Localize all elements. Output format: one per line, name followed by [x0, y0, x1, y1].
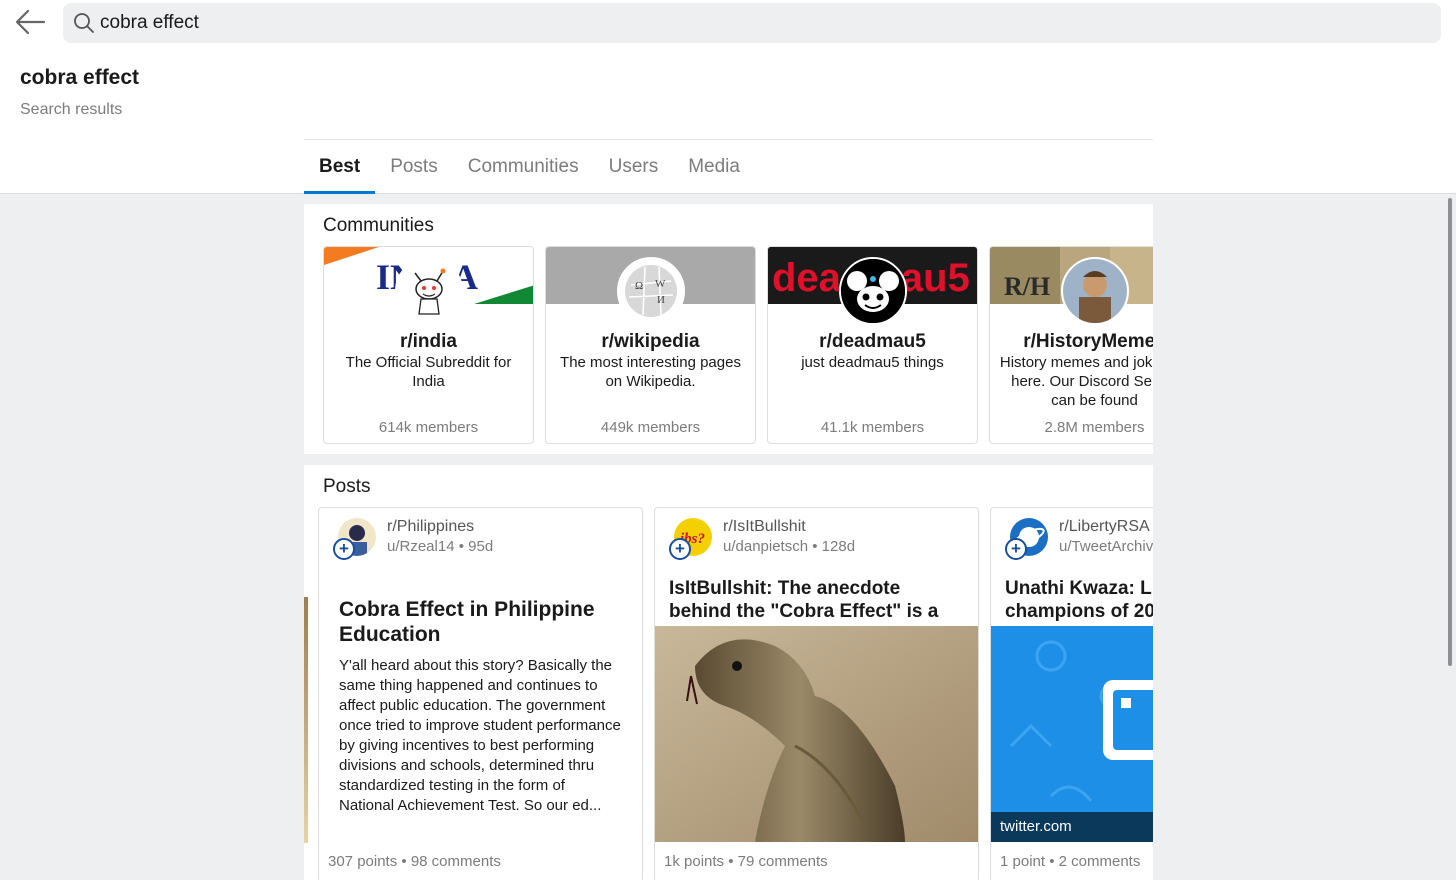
post-subreddit[interactable]: r/Philippines [387, 518, 474, 536]
svg-text:И: И [657, 294, 665, 306]
posts-section: Posts + r/Philippines u/Rzeal14 • 95d Co… [304, 465, 1153, 880]
page-title: cobra effect [20, 66, 140, 89]
post-author[interactable]: u/TweetArchiver [1059, 538, 1153, 555]
post-age: 128d [821, 538, 856, 555]
search-icon [74, 13, 94, 33]
post-stats: 307 points • 98 comments [328, 853, 501, 870]
communities-heading: Communities [323, 215, 434, 236]
tab-bar: Best Posts Communities Users Media [304, 141, 755, 194]
post-card[interactable]: + r/LibertyRSA u/TweetArchiver Unathi Kw… [990, 507, 1153, 880]
tab-users[interactable]: Users [594, 141, 674, 193]
scrollbar[interactable] [1448, 198, 1452, 666]
post-subreddit[interactable]: r/LibertyRSA [1059, 518, 1150, 536]
community-avatar [1060, 257, 1129, 325]
back-arrow-icon[interactable] [12, 6, 48, 38]
post-author[interactable]: u/Rzeal14 [387, 538, 455, 555]
post-title: Unathi Kwaza: Liberty champions of 2020 [1005, 578, 1153, 622]
post-age: 95d [468, 538, 494, 555]
community-members: 41.1k members [820, 419, 925, 436]
tab-best[interactable]: Best [304, 141, 376, 194]
svg-text:W: W [655, 278, 666, 290]
community-name: r/HistoryMemes [1023, 331, 1153, 352]
community-description: The most interesting pages on Wikipedia. [560, 354, 741, 390]
svg-text:Ω: Ω [635, 280, 643, 292]
community-description: just deadmau5 things [801, 354, 944, 371]
community-card-deadmau5[interactable]: deadmau5 r/deadmau5 just deadmau5 things… [767, 246, 978, 444]
post-points: 1 point [1000, 853, 1046, 870]
meta-separator: • [1049, 853, 1059, 870]
post-points: 1k points [664, 853, 725, 870]
plus-icon[interactable]: + [1005, 538, 1027, 560]
post-image[interactable]: twitter.com [991, 626, 1153, 842]
community-name: r/india [399, 331, 457, 352]
posts-heading: Posts [323, 476, 371, 497]
community-card-wikipedia[interactable]: Ω W И r/wikipedia The most interesting p… [545, 246, 756, 444]
post-points: 307 points [328, 853, 398, 870]
post-image [655, 626, 978, 842]
post-card[interactable]: + r/Philippines u/Rzeal14 • 95d Cobra Ef… [318, 507, 643, 880]
page-subtitle: Search results [20, 101, 123, 118]
post-stats: 1 point • 2 comments [1000, 853, 1140, 870]
post-subreddit[interactable]: r/IsItBullshit [723, 518, 806, 536]
community-avatar [394, 257, 463, 325]
post-meta: u/TweetArchiver [1059, 538, 1153, 555]
community-avatar: Ω W И [616, 257, 685, 325]
community-card-historymemes[interactable]: R/H r/HistoryMemes History memes and jok… [989, 246, 1153, 444]
plus-icon[interactable]: + [669, 538, 691, 560]
post-body: Y'all heard about this story? Basically … [339, 657, 621, 814]
community-description: The Official Subreddit for India [345, 354, 512, 390]
post-meta: u/danpietsch • 128d [723, 538, 855, 555]
post-comments[interactable]: 2 comments [1059, 853, 1141, 870]
meta-separator: • [458, 538, 469, 555]
post-card[interactable]: ibs? + r/IsItBullshit u/danpietsch • 128… [654, 507, 979, 880]
tab-posts[interactable]: Posts [375, 141, 453, 193]
community-card-india[interactable]: IN A r/india The Official Subreddit for … [323, 246, 534, 444]
communities-section: Communities IN A r/india The Official Su… [304, 204, 1153, 454]
plus-icon[interactable]: + [333, 538, 355, 560]
community-members: 449k members [600, 419, 701, 436]
search-input[interactable]: cobra effect [63, 3, 1441, 43]
community-name: r/wikipedia [601, 331, 700, 352]
post-link-domain[interactable]: twitter.com [991, 812, 1153, 842]
svg-text:R/H: R/H [1004, 272, 1050, 301]
community-description: History memes and jokes go here. Our Dis… [999, 354, 1153, 409]
meta-separator: • [728, 853, 738, 870]
divider [304, 139, 1153, 140]
tab-media[interactable]: Media [673, 141, 755, 193]
community-avatar [838, 257, 907, 325]
meta-separator: • [401, 853, 411, 870]
post-meta: u/Rzeal14 • 95d [387, 538, 493, 555]
meta-separator: • [812, 538, 822, 555]
previous-card-edge [304, 597, 308, 843]
search-header: cobra effect cobra effect Search results… [0, 0, 1456, 194]
community-members: 2.8M members [1044, 419, 1145, 436]
tab-communities[interactable]: Communities [453, 141, 594, 193]
post-author[interactable]: u/danpietsch [723, 538, 808, 555]
community-name: r/deadmau5 [819, 331, 926, 352]
search-query-text: cobra effect [100, 12, 199, 33]
post-title: Cobra Effect in Philippine Education [339, 598, 595, 646]
post-stats: 1k points • 79 comments [664, 853, 828, 870]
post-comments[interactable]: 79 comments [738, 853, 828, 870]
community-members: 614k members [378, 419, 479, 436]
post-comments[interactable]: 98 comments [411, 853, 501, 870]
